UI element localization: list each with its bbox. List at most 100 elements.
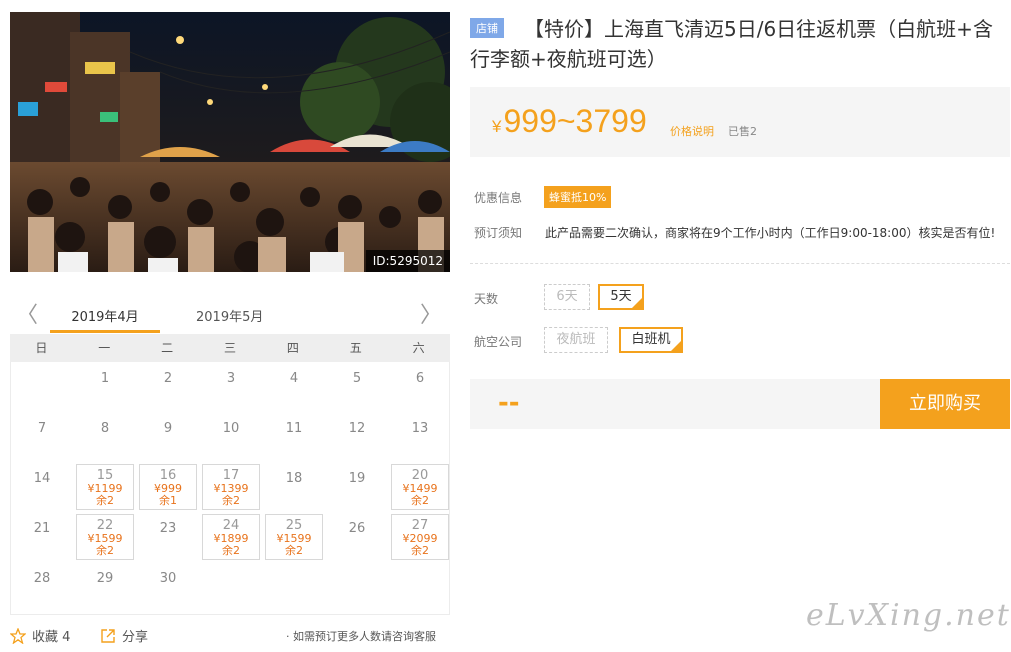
calendar-day: 10 bbox=[202, 414, 260, 460]
day-number: 18 bbox=[285, 471, 303, 486]
share-button[interactable]: 分享 bbox=[100, 626, 148, 645]
option-label: 6天 bbox=[556, 289, 578, 304]
calendar-day-available[interactable]: 16 ¥999 余1 bbox=[139, 464, 197, 510]
option-night-flight[interactable]: 夜航班 bbox=[544, 327, 608, 353]
calendar-day: 11 bbox=[265, 414, 323, 460]
day-number: 2 bbox=[163, 371, 173, 386]
day-number: 4 bbox=[289, 371, 299, 386]
currency-symbol: ¥ bbox=[492, 117, 502, 136]
promo-label: 优惠信息 bbox=[474, 191, 523, 205]
option-label: 5天 bbox=[610, 289, 632, 304]
day-number: 16 bbox=[159, 468, 177, 483]
calendar-day: 1 bbox=[76, 364, 134, 410]
day-number: 6 bbox=[415, 371, 425, 386]
day-number: 20 bbox=[411, 468, 429, 483]
day-remaining: 余2 bbox=[222, 494, 240, 507]
star-icon bbox=[9, 627, 27, 645]
calendar-day-available[interactable]: 15 ¥1199 余2 bbox=[76, 464, 134, 510]
tab-month-may[interactable]: 2019年5月 bbox=[196, 306, 263, 325]
day-number: 10 bbox=[222, 421, 240, 436]
day-number: 29 bbox=[96, 571, 114, 586]
weekday-label: 五 bbox=[349, 341, 362, 355]
price-box: ¥999~3799 价格说明 已售2 bbox=[470, 87, 1010, 157]
day-number: 25 bbox=[285, 518, 303, 533]
weekday-label: 四 bbox=[286, 341, 299, 355]
calendar-day: 7 bbox=[13, 414, 71, 460]
favorite-label: 收藏 4 bbox=[32, 630, 71, 645]
calendar-day: 28 bbox=[13, 564, 71, 610]
share-label: 分享 bbox=[122, 630, 149, 645]
day-number: 5 bbox=[352, 371, 362, 386]
calendar-day: 26 bbox=[328, 514, 386, 560]
calendar-day: 13 bbox=[391, 414, 449, 460]
day-remaining: 余2 bbox=[285, 544, 303, 557]
shop-badge[interactable]: 店铺 bbox=[470, 18, 504, 38]
total-price-placeholder: -- bbox=[498, 388, 520, 418]
calendar-day: 30 bbox=[139, 564, 197, 610]
weekday-label: 三 bbox=[224, 341, 237, 355]
calendar-day: 29 bbox=[76, 564, 134, 610]
calendar-day: 4 bbox=[265, 364, 323, 410]
buy-now-button[interactable]: 立即购买 bbox=[880, 379, 1010, 429]
next-month-arrow-icon[interactable]: 〉 bbox=[420, 304, 442, 328]
day-number: 30 bbox=[159, 571, 177, 586]
selected-check-icon bbox=[671, 341, 681, 351]
calendar-day-available[interactable]: 27 ¥2099 余2 bbox=[391, 514, 449, 560]
day-number: 3 bbox=[226, 371, 236, 386]
day-number: 13 bbox=[411, 421, 429, 436]
day-number: 9 bbox=[163, 421, 173, 436]
day-number: 15 bbox=[96, 468, 114, 483]
calendar-day: 6 bbox=[391, 364, 449, 410]
option-day-flight[interactable]: 白班机 bbox=[619, 327, 683, 353]
calendar-day-available[interactable]: 22 ¥1599 余2 bbox=[76, 514, 134, 560]
day-number: 23 bbox=[159, 521, 177, 536]
calendar-weekday-header: 日 一 二 三 四 五 六 bbox=[10, 334, 450, 362]
price-explain-link[interactable]: 价格说明 bbox=[670, 123, 714, 139]
day-remaining: 余2 bbox=[96, 544, 114, 557]
notice-text: 此产品需要二次确认，商家将在9个工作小时内（工作日9:00-18:00）核实是否… bbox=[545, 226, 996, 240]
day-remaining: 余2 bbox=[96, 494, 114, 507]
product-title: 【特价】上海直飞清迈5日/6日往返机票（白航班+含行李额+夜航班可选） bbox=[470, 17, 993, 71]
prev-month-arrow-icon[interactable]: 〈 bbox=[16, 304, 38, 328]
calendar-day: 5 bbox=[328, 364, 386, 410]
day-number: 24 bbox=[222, 518, 240, 533]
day-number: 7 bbox=[37, 421, 47, 436]
airline-label: 航空公司 bbox=[474, 335, 523, 349]
option-days-5[interactable]: 5天 bbox=[598, 284, 644, 310]
weekday-label: 日 bbox=[35, 341, 48, 355]
calendar-day-available[interactable]: 17 ¥1399 余2 bbox=[202, 464, 260, 510]
product-photo: ID:5295012 bbox=[10, 12, 450, 272]
calendar-day-available[interactable]: 25 ¥1599 余2 bbox=[265, 514, 323, 560]
day-number: 11 bbox=[285, 421, 303, 436]
calendar-day: 19 bbox=[328, 464, 386, 510]
day-number: 19 bbox=[348, 471, 366, 486]
favorite-button[interactable]: 收藏 4 bbox=[9, 626, 71, 645]
calendar-day: 2 bbox=[139, 364, 197, 410]
share-icon bbox=[101, 629, 115, 643]
day-number: 12 bbox=[348, 421, 366, 436]
calendar-day: 18 bbox=[265, 464, 323, 510]
calendar-day-available[interactable]: 20 ¥1499 余2 bbox=[391, 464, 449, 510]
day-number: 28 bbox=[33, 571, 51, 586]
day-number: 27 bbox=[411, 518, 429, 533]
selected-check-icon bbox=[632, 298, 642, 308]
tab-month-april[interactable]: 2019年4月 bbox=[50, 306, 160, 333]
calendar-day: 23 bbox=[139, 514, 197, 560]
photo-id-label: ID:5295012 bbox=[365, 250, 450, 272]
sold-count: 已售2 bbox=[728, 125, 757, 138]
night-market-image bbox=[10, 12, 450, 272]
calendar-day: 8 bbox=[76, 414, 134, 460]
calendar-month-nav: 〈 2019年4月 2019年5月 〉 bbox=[10, 300, 450, 336]
weekday-label: 六 bbox=[412, 341, 425, 355]
option-days-6[interactable]: 6天 bbox=[544, 284, 590, 310]
day-number: 26 bbox=[348, 521, 366, 536]
day-number: 17 bbox=[222, 468, 240, 483]
site-watermark: eLvXing.net bbox=[806, 598, 1011, 633]
calendar-grid: 1 2 3 4 5 6 7 8 9 10 11 12 13 14 15 ¥1199 余2 16 ¥999 余1 17 ¥1… bbox=[10, 362, 450, 615]
option-label: 夜航班 bbox=[556, 332, 596, 347]
calendar-day-available[interactable]: 24 ¥1899 余2 bbox=[202, 514, 260, 560]
day-remaining: 余1 bbox=[159, 494, 177, 507]
day-number: 14 bbox=[33, 471, 51, 486]
option-label: 白班机 bbox=[631, 332, 671, 347]
group-booking-note: · 如需预订更多人数请咨询客服 bbox=[286, 630, 436, 643]
